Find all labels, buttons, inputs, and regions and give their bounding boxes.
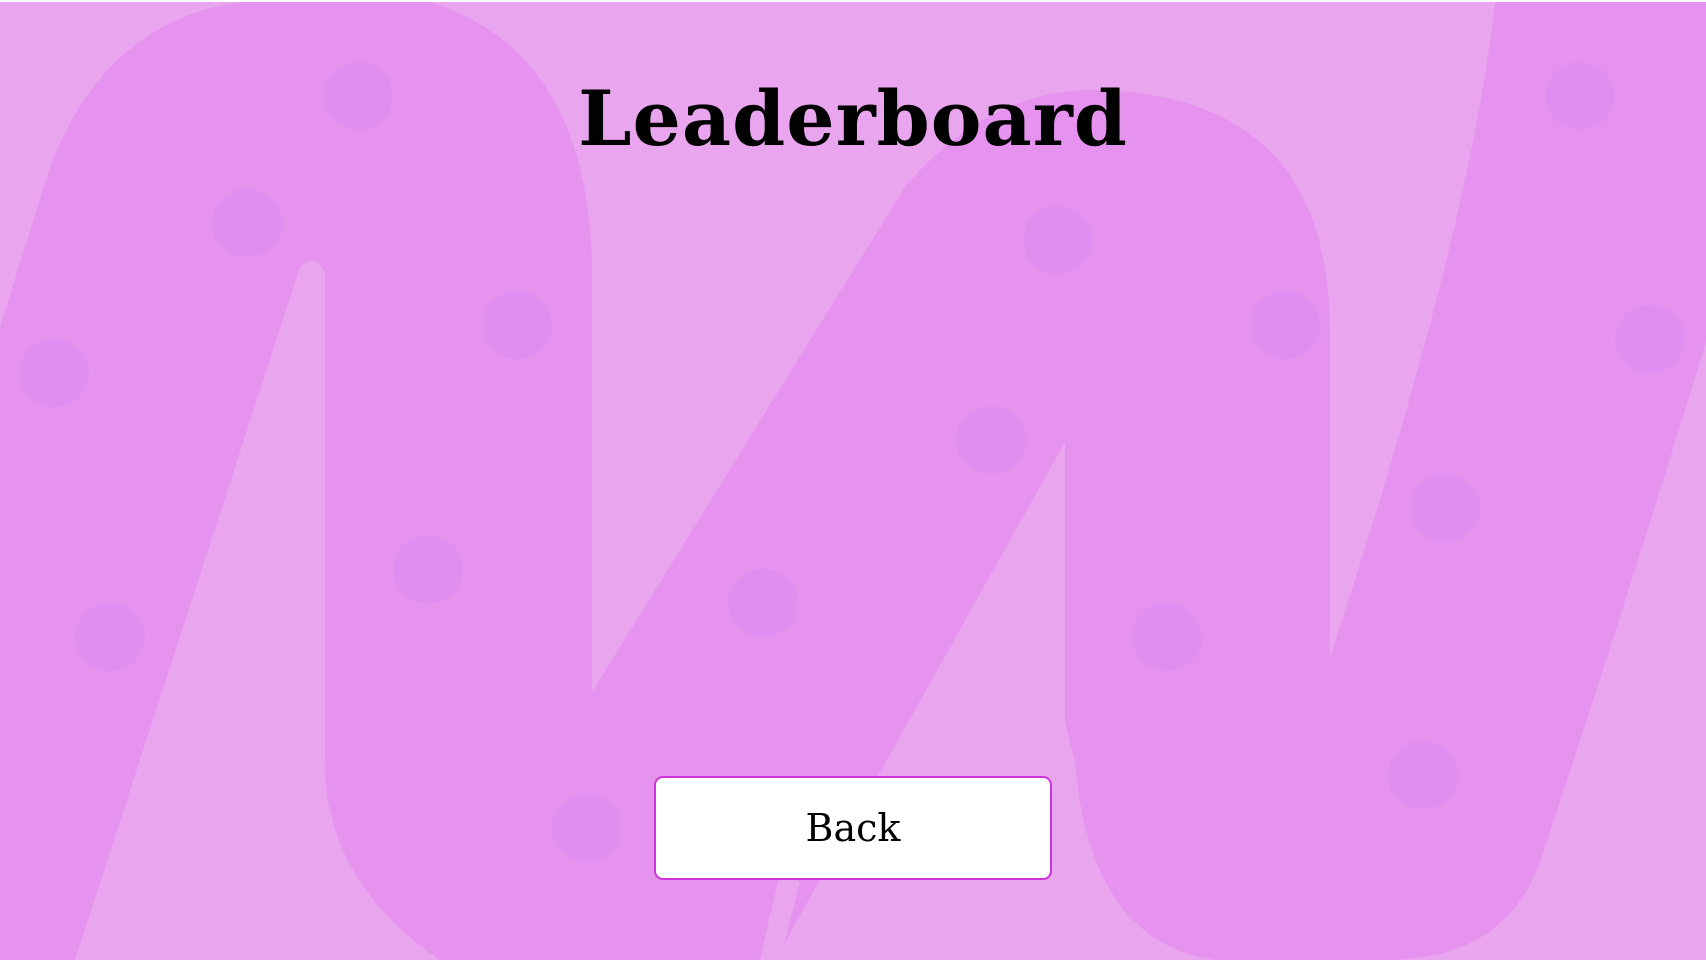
game-screen: Leaderboard Back [0,2,1706,960]
leaderboard-title: Leaderboard [578,74,1128,163]
back-button[interactable]: Back [654,776,1052,880]
